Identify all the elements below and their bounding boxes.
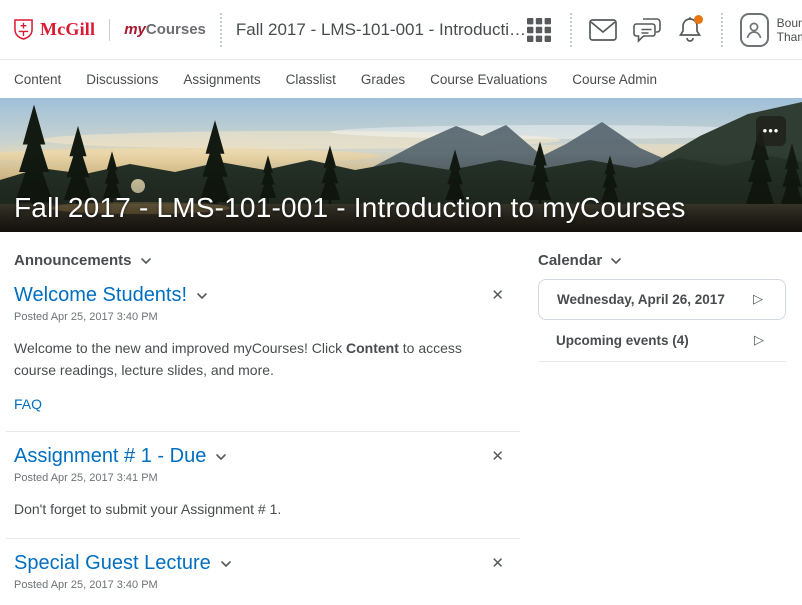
banner-more-options-button[interactable]: ••• bbox=[756, 116, 786, 146]
announcements-widget: Announcements Welcome Students! ✕ Posted… bbox=[14, 244, 520, 605]
calendar-heading[interactable]: Calendar bbox=[538, 244, 786, 271]
announcement-item: Assignment # 1 - Due ✕ Posted Apr 25, 20… bbox=[6, 432, 520, 539]
nav-course-admin[interactable]: Course Admin bbox=[572, 72, 657, 87]
notification-bell-icon[interactable] bbox=[677, 14, 704, 46]
avatar bbox=[740, 13, 769, 47]
email-icon[interactable] bbox=[589, 14, 617, 46]
dismiss-announcement-icon[interactable]: ✕ bbox=[487, 445, 508, 468]
chevron-right-icon: ▷ bbox=[753, 292, 763, 307]
banner-course-title: Fall 2017 - LMS-101-001 - Introduction t… bbox=[14, 192, 686, 224]
course-selector-title[interactable]: Fall 2017 - LMS-101-001 - Introducti… bbox=[236, 20, 526, 40]
header-dotted-divider bbox=[570, 13, 572, 47]
homepage-content: Announcements Welcome Students! ✕ Posted… bbox=[0, 232, 802, 605]
nav-grades[interactable]: Grades bbox=[361, 72, 405, 87]
announcement-title-welcome-students[interactable]: Welcome Students! bbox=[14, 284, 207, 307]
user-menu[interactable]: Bounmy Thammavong bbox=[740, 13, 802, 47]
nav-content[interactable]: Content bbox=[14, 72, 61, 87]
nav-classlist[interactable]: Classlist bbox=[286, 72, 336, 87]
chevron-down-icon bbox=[216, 454, 226, 460]
announcement-posted-date: Posted Apr 25, 2017 3:40 PM bbox=[14, 311, 520, 323]
calendar-date-label: Wednesday, April 26, 2017 bbox=[557, 292, 725, 307]
chevron-right-icon: ▷ bbox=[754, 333, 764, 348]
header-dotted-divider bbox=[721, 13, 723, 47]
header-dotted-divider bbox=[220, 13, 222, 47]
announcement-item: Special Guest Lecture ✕ Posted Apr 25, 2… bbox=[6, 539, 520, 605]
chevron-down-icon bbox=[141, 258, 151, 264]
user-name: Bounmy Thammavong bbox=[777, 16, 802, 44]
header-actions: Bounmy Thammavong ⚙ bbox=[526, 13, 802, 47]
announcements-heading[interactable]: Announcements bbox=[14, 244, 520, 271]
upcoming-events-row[interactable]: Upcoming events (4) ▷ bbox=[538, 320, 786, 362]
mcgill-wordmark: McGill bbox=[40, 19, 95, 40]
announcement-title-special-guest-lecture[interactable]: Special Guest Lecture bbox=[14, 552, 231, 575]
upcoming-events-label: Upcoming events (4) bbox=[556, 333, 689, 348]
course-navbar: Content Discussions Assignments Classlis… bbox=[0, 60, 802, 98]
nav-course-evaluations[interactable]: Course Evaluations bbox=[430, 72, 547, 87]
calendar-widget: Calendar Wednesday, April 26, 2017 ▷ Upc… bbox=[538, 244, 786, 605]
chevron-down-icon bbox=[221, 561, 231, 567]
faq-link[interactable]: FAQ bbox=[14, 396, 42, 412]
dismiss-announcement-icon[interactable]: ✕ bbox=[487, 284, 508, 307]
nav-assignments[interactable]: Assignments bbox=[183, 72, 260, 87]
brand-divider bbox=[109, 19, 110, 41]
announcement-title-assignment-1-due[interactable]: Assignment # 1 - Due bbox=[14, 445, 226, 468]
announcement-body: Welcome to the new and improved myCourse… bbox=[14, 338, 520, 381]
announcement-body: Don't forget to submit your Assignment #… bbox=[14, 499, 520, 521]
course-banner: ••• Fall 2017 - LMS-101-001 - Introducti… bbox=[0, 98, 802, 232]
announcement-posted-date: Posted Apr 25, 2017 3:40 PM bbox=[14, 579, 520, 591]
top-header: McGill myCourses Fall 2017 - LMS-101-001… bbox=[0, 0, 802, 60]
mcgill-crest-icon bbox=[14, 19, 33, 40]
course-selector-grid-icon[interactable] bbox=[526, 14, 553, 46]
notification-badge-dot bbox=[694, 15, 703, 24]
announcement-item: Welcome Students! ✕ Posted Apr 25, 2017 … bbox=[6, 271, 520, 432]
chevron-down-icon bbox=[611, 258, 621, 264]
announcement-posted-date: Posted Apr 25, 2017 3:41 PM bbox=[14, 472, 520, 484]
dismiss-announcement-icon[interactable]: ✕ bbox=[487, 552, 508, 575]
mycourses-home-link[interactable]: McGill myCourses bbox=[14, 19, 206, 41]
chat-icon[interactable] bbox=[632, 14, 662, 46]
nav-discussions[interactable]: Discussions bbox=[86, 72, 158, 87]
chevron-down-icon bbox=[197, 293, 207, 299]
mycourses-wordmark: myCourses bbox=[124, 21, 206, 39]
calendar-date-card[interactable]: Wednesday, April 26, 2017 ▷ bbox=[538, 279, 786, 320]
